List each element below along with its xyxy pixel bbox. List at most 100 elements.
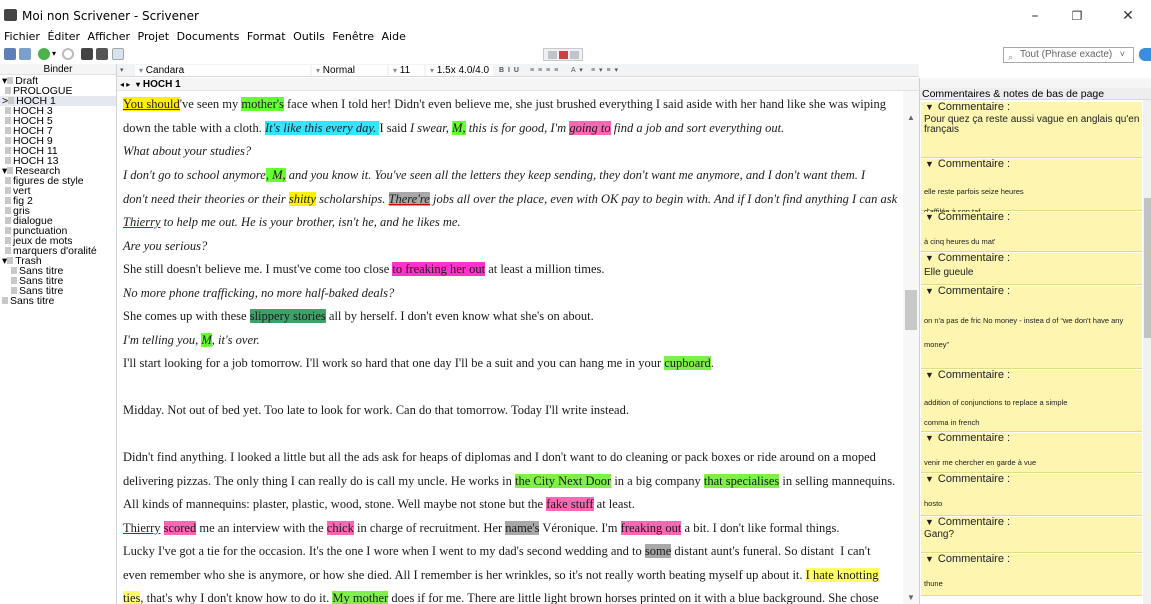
binder-item-sans-titre[interactable]: Sans titre bbox=[2, 296, 54, 306]
binder-header: Binder bbox=[0, 64, 116, 75]
comment-card[interactable]: ▼ Commentaire : venir me chercher en gard… bbox=[921, 433, 1142, 473]
menu-bar: Fichier Éditer Afficher Projet Documents… bbox=[0, 29, 1151, 45]
comment-header: ▼ Commentaire : bbox=[925, 101, 1011, 113]
comment-card[interactable]: ▼ Commentaire : Gang? bbox=[921, 517, 1142, 553]
comment-card[interactable]: ▼ Commentaire : on n'a pas de fric No mon… bbox=[921, 286, 1142, 369]
scroll-down-icon[interactable]: ▼ bbox=[907, 593, 915, 602]
document-icon bbox=[11, 277, 17, 284]
text-line: Thierry scored me an interview with the … bbox=[123, 521, 840, 535]
delete-icon[interactable] bbox=[62, 48, 74, 60]
comment-header: ▼ Commentaire : bbox=[925, 285, 1011, 297]
text-line: I'll start looking for a job tomorrow. I… bbox=[123, 356, 714, 370]
document-icon bbox=[5, 227, 11, 234]
comment-header: ▼ Commentaire : bbox=[925, 211, 1011, 223]
comment-card[interactable]: ▼ Commentaire : addition of conjunctions … bbox=[921, 370, 1142, 432]
inspector-scrollbar[interactable] bbox=[1143, 100, 1151, 604]
comment-text: addition of conjunctions to replace a si… bbox=[924, 398, 1068, 427]
menu-editer[interactable]: Éditer bbox=[47, 29, 80, 45]
binder-toggle-icon[interactable] bbox=[4, 48, 16, 60]
size-select[interactable]: ▾ 11 bbox=[389, 65, 424, 76]
comment-card[interactable]: ▼ Commentaire : Pour quez ça reste aussi … bbox=[921, 102, 1142, 158]
spacing-select[interactable]: ▾ 1.5x 4.0/4.0 bbox=[426, 65, 493, 76]
document-icon bbox=[5, 247, 11, 254]
comment-text: Elle gueule bbox=[924, 267, 974, 278]
collapse-triangle-icon[interactable]: ▼ bbox=[925, 253, 934, 263]
comment-card[interactable]: ▼ Commentaire : thune bbox=[921, 554, 1142, 596]
chevron-down-icon[interactable]: ▾ bbox=[120, 65, 125, 76]
close-button[interactable]: ✕ bbox=[1113, 6, 1143, 26]
scrollbar-thumb[interactable] bbox=[905, 290, 917, 330]
bold-italic-underline-buttons[interactable]: B I U bbox=[499, 65, 520, 76]
collapse-triangle-icon[interactable]: ▼ bbox=[925, 370, 934, 380]
editor-header: ◂ ▸ ▾ HOCH 1 bbox=[117, 78, 919, 91]
inspector-panel: Commentaires & notes de bas de page ▼ Com… bbox=[919, 78, 1151, 604]
document-icon bbox=[5, 107, 11, 114]
document-icon bbox=[5, 137, 11, 144]
maximize-button[interactable]: ❐ bbox=[1062, 6, 1092, 26]
color-tools[interactable]: A ▾ bbox=[571, 65, 584, 76]
alignment-buttons[interactable]: ≡ ≡ ≡ ≡ bbox=[530, 65, 559, 76]
comment-header: ▼ Commentaire : bbox=[925, 432, 1011, 444]
document-icon bbox=[2, 297, 8, 304]
collapse-triangle-icon[interactable]: ▼ bbox=[925, 517, 934, 527]
document-icon bbox=[5, 87, 11, 94]
text-line: You should've seen my mother's face when… bbox=[123, 97, 886, 111]
collections-icon[interactable] bbox=[19, 48, 31, 60]
font-select[interactable]: ▾ Candara bbox=[135, 65, 310, 76]
search-input[interactable]: ⌕ Tout (Phrase exacte) ˅ bbox=[1003, 47, 1134, 63]
comment-card[interactable]: ▼ Commentaire : elle reste parfois seize … bbox=[921, 158, 1142, 216]
comment-card[interactable]: ▼ Commentaire : à cinq heures du mat' bbox=[921, 212, 1142, 252]
binder-panel: Binder ▾ Draft PROLOGUE > HOCH 1 HOCH 3 HO… bbox=[0, 64, 117, 604]
compose-icon[interactable] bbox=[96, 48, 108, 60]
text-line: What about your studies? bbox=[123, 144, 252, 158]
history-nav-icon[interactable]: ◂ ▸ bbox=[120, 80, 130, 89]
collapse-triangle-icon[interactable]: ▼ bbox=[925, 433, 934, 443]
collapse-triangle-icon[interactable]: ▼ bbox=[925, 474, 934, 484]
chevron-down-icon[interactable]: ˅ bbox=[1120, 47, 1125, 61]
menu-outils[interactable]: Outils bbox=[293, 29, 325, 45]
editor-scrollbar[interactable]: ▲ ▼ bbox=[903, 91, 919, 604]
view-mode-icon[interactable] bbox=[81, 48, 93, 60]
text-line: Midday. Not out of bed yet. Too late to … bbox=[123, 403, 629, 417]
menu-documents[interactable]: Documents bbox=[177, 29, 240, 45]
add-document-icon[interactable] bbox=[38, 48, 50, 60]
document-icon bbox=[5, 117, 11, 124]
chevron-down-icon[interactable]: ▾ bbox=[136, 80, 140, 89]
document-icon bbox=[11, 267, 17, 274]
scrollbar-thumb[interactable] bbox=[1144, 198, 1151, 338]
menu-projet[interactable]: Projet bbox=[138, 29, 170, 45]
collapse-triangle-icon[interactable]: ▼ bbox=[925, 554, 934, 564]
collapse-triangle-icon[interactable]: ▼ bbox=[925, 102, 934, 112]
menu-fenetre[interactable]: Fenêtre bbox=[332, 29, 374, 45]
comment-header: ▼ Commentaire : bbox=[925, 158, 1011, 170]
document-icon bbox=[8, 97, 15, 104]
chevron-down-icon: ▾ bbox=[393, 66, 398, 75]
list-tools[interactable]: ≡ ▾ ≡ ▾ bbox=[591, 65, 619, 76]
collapse-triangle-icon[interactable]: ▼ bbox=[925, 159, 934, 169]
search-placeholder: Tout (Phrase exacte) bbox=[1020, 49, 1113, 60]
text-line: She comes up with these slippery stories… bbox=[123, 309, 594, 323]
inspector-tabs[interactable] bbox=[920, 78, 1151, 88]
comment-card[interactable]: ▼ Commentaire : Elle gueule bbox=[921, 253, 1142, 285]
collapse-triangle-icon[interactable]: ▼ bbox=[925, 212, 934, 222]
menu-afficher[interactable]: Afficher bbox=[88, 29, 130, 45]
editor-text[interactable]: You should've seen my mother's face when… bbox=[117, 91, 903, 604]
scroll-up-icon[interactable]: ▲ bbox=[907, 113, 915, 122]
minimize-button[interactable]: – bbox=[1020, 6, 1050, 26]
menu-fichier[interactable]: Fichier bbox=[4, 29, 40, 45]
trash-icon bbox=[7, 257, 14, 264]
menu-format[interactable]: Format bbox=[247, 29, 286, 45]
view-group[interactable] bbox=[543, 48, 583, 61]
menu-aide[interactable]: Aide bbox=[382, 29, 406, 45]
style-select[interactable]: ▾ Normal bbox=[312, 65, 387, 76]
main-toolbar: ▾ ⌕ Tout (Phrase exacte) ˅ bbox=[0, 46, 1151, 64]
chevron-down-icon[interactable]: ▾ bbox=[52, 48, 60, 60]
help-icon[interactable] bbox=[1139, 48, 1151, 61]
document-icon bbox=[5, 217, 11, 224]
document-icon bbox=[5, 127, 11, 134]
comment-card[interactable]: ▼ Commentaire : hosto bbox=[921, 474, 1142, 516]
collapse-triangle-icon[interactable]: ▼ bbox=[925, 286, 934, 296]
snapshot-icon[interactable] bbox=[112, 48, 124, 60]
folder-icon bbox=[7, 77, 14, 84]
text-line: Didn't find anything. I looked a little … bbox=[123, 450, 876, 464]
